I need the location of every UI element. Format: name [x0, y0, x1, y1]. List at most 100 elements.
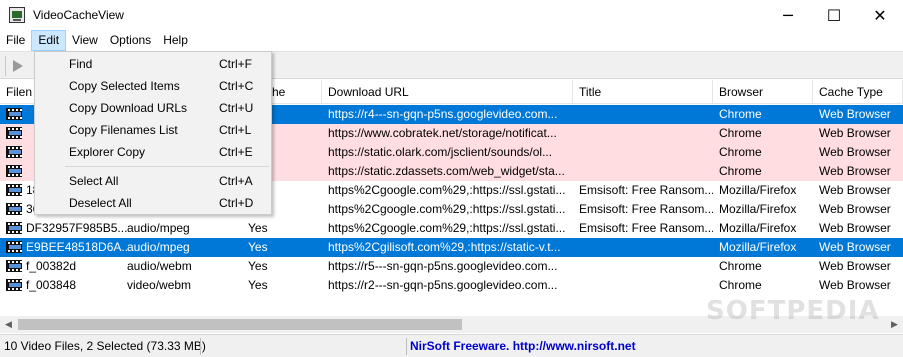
cell-download-url: https%2Cgoogle.com%29,:https://ssl.gstat… [328, 183, 566, 197]
cell-content-type: video/webm [127, 278, 192, 292]
cell-download-url: https%2Cgoogle.com%29,:https://ssl.gstat… [328, 221, 566, 235]
nirsoft-link[interactable]: NirSoft Freeware. http://www.nirsoft.net [410, 335, 636, 357]
title-bar: VideoCacheView ─ ☐ ✕ [0, 0, 903, 30]
menu-item-deselect-all[interactable]: Deselect All Ctrl+D [37, 192, 269, 214]
toolbar-separator [5, 56, 6, 76]
menu-file[interactable]: File [0, 30, 31, 51]
cell-title [573, 124, 713, 143]
cell-download-url: https%2Cgoogle.com%29,:https://ssl.gstat… [328, 202, 566, 216]
cell-title: Emsisoft: Free Ransom... [579, 221, 713, 235]
cell-browser: Mozilla/Firefox [719, 240, 797, 254]
cell-download-url: https%2Cgilisoft.com%29,:https://static-… [328, 240, 561, 254]
cell-browser: Chrome [719, 145, 762, 159]
cell-browser: Mozilla/Firefox [719, 221, 797, 235]
menu-item-copy-selected-items[interactable]: Copy Selected Items Ctrl+C [37, 75, 269, 97]
menu-item-shortcut: Ctrl+A [219, 174, 253, 188]
cell-cache-type: Web Browser [819, 183, 891, 197]
cell-cache-type: Web Browser [819, 240, 891, 254]
play-icon[interactable] [13, 60, 23, 72]
menu-item-label: Select All [69, 174, 119, 188]
minimize-button[interactable]: ─ [765, 0, 811, 30]
cell-filename: DF32957F985B5... [26, 221, 127, 235]
menu-item-shortcut: Ctrl+D [219, 196, 254, 210]
cell-download-url: https://r5---sn-gqn-p5ns.googlevideo.com… [328, 259, 558, 273]
cell-cache-type: Web Browser [819, 164, 891, 178]
menu-item-label: Explorer Copy [69, 145, 146, 159]
app-icon [9, 7, 25, 23]
cell-browser: Chrome [719, 259, 762, 273]
window-title: VideoCacheView [33, 8, 124, 22]
menu-options[interactable]: Options [104, 30, 157, 51]
table-row[interactable]: DF32957F985B5... audio/mpeg Yes https%2Cgoo… [0, 219, 903, 238]
column-header-download-url[interactable]: Download URL [322, 80, 573, 104]
status-summary: 10 Video Files, 2 Selected (73.33 MB) [4, 339, 206, 353]
cell-content-type: audio/webm [127, 259, 192, 273]
menu-item-shortcut: Ctrl+F [219, 57, 252, 71]
cell-title [573, 257, 713, 276]
status-bar: 10 Video Files, 2 Selected (73.33 MB) Ni… [0, 334, 903, 357]
column-header-browser[interactable]: Browser [713, 80, 813, 104]
scroll-left-arrow-icon[interactable]: ◀ [0, 316, 17, 333]
menu-item-shortcut: Ctrl+C [219, 79, 254, 93]
menu-item-shortcut: Ctrl+U [219, 101, 254, 115]
table-row[interactable]: f_003848 video/webm Yes https://r2---sn-gqn… [0, 276, 903, 295]
cell-browser: Mozilla/Firefox [719, 202, 797, 216]
cell-download-url: https://r4---sn-gqn-p5ns.googlevideo.com… [328, 107, 558, 121]
edit-menu-dropdown: Find Ctrl+F Copy Selected Items Ctrl+C C… [34, 51, 272, 215]
menu-item-find[interactable]: Find Ctrl+F [37, 53, 269, 75]
cell-download-url: https://static.olark.com/jsclient/sounds… [328, 145, 553, 159]
window-controls: ─ ☐ ✕ [765, 0, 903, 30]
cell-content-type: audio/mpeg [127, 240, 190, 254]
cell-title: Emsisoft: Free Ransom... [579, 202, 713, 216]
cell-cache-type: Web Browser [819, 107, 891, 121]
close-button[interactable]: ✕ [857, 0, 903, 30]
cell-filename: f_003848 [26, 278, 77, 292]
cell-download-url: https://static.zdassets.com/web_widget/s… [328, 164, 565, 178]
table-row[interactable]: f_00382d audio/webm Yes https://r5---sn-gqn… [0, 257, 903, 276]
menu-item-label: Deselect All [69, 196, 132, 210]
scroll-right-arrow-icon[interactable]: ▶ [886, 316, 903, 333]
cell-in-cache: Yes [248, 221, 268, 235]
menu-item-shortcut: Ctrl+E [219, 145, 253, 159]
menu-edit[interactable]: Edit [31, 30, 67, 51]
softpedia-watermark: SOFTPEDIA [706, 296, 880, 326]
cell-cache-type: Web Browser [819, 202, 891, 216]
status-divider [406, 338, 407, 355]
cell-title [573, 238, 713, 257]
menu-item-label: Find [69, 57, 93, 71]
menu-item-shortcut: Ctrl+L [219, 123, 252, 137]
menu-item-select-all[interactable]: Select All Ctrl+A [37, 170, 269, 192]
cell-title [573, 143, 713, 162]
column-header-title[interactable]: Title [573, 80, 713, 104]
cell-browser: Chrome [719, 126, 762, 140]
scrollbar-thumb[interactable] [18, 319, 462, 330]
maximize-button[interactable]: ☐ [811, 0, 857, 30]
menu-item-copy-download-urls[interactable]: Copy Download URLs Ctrl+U [37, 97, 269, 119]
cell-download-url: https://r2---sn-gqn-p5ns.googlevideo.com… [328, 278, 558, 292]
menu-item-copy-filenames-list[interactable]: Copy Filenames List Ctrl+L [37, 119, 269, 141]
menu-help[interactable]: Help [157, 30, 194, 51]
cell-cache-type: Web Browser [819, 145, 891, 159]
cell-cache-type: Web Browser [819, 278, 891, 292]
cell-browser: Chrome [719, 107, 762, 121]
cell-cache-type: Web Browser [819, 126, 891, 140]
cell-browser: Chrome [719, 164, 762, 178]
cell-cache-type: Web Browser [819, 221, 891, 235]
cell-title [573, 276, 713, 295]
menu-separator [65, 166, 269, 167]
cell-title [573, 105, 713, 124]
menu-view[interactable]: View [66, 30, 104, 51]
menu-item-label: Copy Selected Items [69, 79, 180, 93]
cell-in-cache: Yes [248, 259, 268, 273]
menu-bar: File Edit View Options Help [0, 30, 903, 51]
status-divider [200, 338, 201, 355]
cell-in-cache: Yes [248, 240, 268, 254]
column-header-cache-type[interactable]: Cache Type [813, 80, 903, 104]
menu-item-explorer-copy[interactable]: Explorer Copy Ctrl+E [37, 141, 269, 163]
cell-filename: E9BEE48518D6A... [26, 240, 127, 254]
menu-item-label: Copy Download URLs [69, 101, 188, 115]
cell-title [573, 162, 713, 181]
table-row[interactable]: E9BEE48518D6A... audio/mpeg Yes https%2Cgil… [0, 238, 903, 257]
cell-cache-type: Web Browser [819, 259, 891, 273]
cell-content-type: audio/mpeg [127, 221, 190, 235]
